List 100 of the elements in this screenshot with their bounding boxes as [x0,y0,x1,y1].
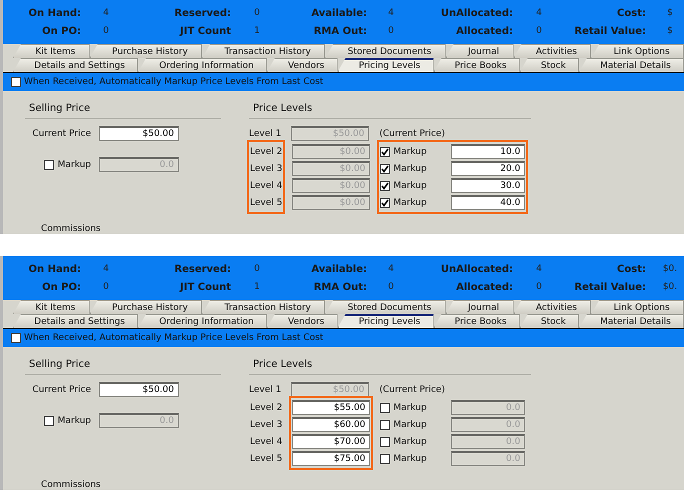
auto-markup-checkbox[interactable] [11,77,21,87]
stat-value: 1 [253,26,261,36]
price-field[interactable]: $70.00 [292,434,370,449]
markup-field[interactable]: 40.0 [451,195,526,210]
markup-checkbox[interactable] [380,180,390,190]
section-title: Price Levels [249,359,531,375]
tab[interactable]: Journal [446,44,514,58]
tab[interactable]: Activities [514,300,592,314]
field-label: Current Price [31,128,91,138]
level-label: Level 4 [250,180,282,190]
tab[interactable]: Transaction History [202,44,326,58]
markup-label: Markup [393,146,428,156]
stat-label: Allocated: [455,282,513,292]
tab[interactable]: Price Books [434,58,520,72]
stat-label: Reserved: [173,264,231,274]
tab[interactable]: Ordering Information [138,314,267,328]
stat-label: JIT Count [178,26,231,36]
markup-field[interactable]: 30.0 [451,178,526,193]
tab[interactable]: Details and Settings [13,314,138,328]
section-title: Selling Price [25,103,221,119]
level-label: Level 2 [250,146,282,156]
stat-label: Cost: [616,8,647,18]
tab[interactable]: Kit Items [13,44,90,58]
stat-label: On Hand: [28,264,81,274]
stat-label: UnAllocated: [440,8,513,18]
markup-label: Markup [393,436,428,446]
tab[interactable]: Price Books [434,314,520,328]
stat-label: Retail Value: [573,282,647,292]
tab[interactable]: Stock [520,314,579,328]
tab[interactable]: Vendors [266,58,338,72]
section-title: Price Levels [249,103,531,119]
markup-label: Markup [393,402,428,412]
tab[interactable]: Journal [446,300,514,314]
field-label: Current Price [31,384,91,394]
current-price-field[interactable]: $50.00 [99,382,179,397]
tab[interactable]: Kit Items [13,300,90,314]
markup-checkbox[interactable] [380,436,390,446]
markup-field[interactable]: 20.0 [451,161,526,176]
tab[interactable]: Transaction History [202,300,326,314]
auto-markup-label: When Received, Automatically Markup Price Levels From Last Cost [24,333,324,343]
stat-value: $ [666,8,674,18]
auto-markup-checkbox[interactable] [11,333,21,343]
level-label: Level 1 [249,384,282,394]
tab[interactable]: Stored Documents [325,44,446,58]
markup-field[interactable]: 10.0 [451,144,526,159]
stat-value: $0. [662,282,678,292]
stat-label: UnAllocated: [440,264,513,274]
tab[interactable]: Stored Documents [325,300,446,314]
tab[interactable]: Purchase History [90,300,202,314]
tab[interactable]: Pricing Levels [338,58,434,72]
price-field[interactable]: $55.00 [292,400,370,415]
tab[interactable]: Details and Settings [13,58,138,72]
current-price-field[interactable]: $50.00 [99,126,179,141]
tab[interactable]: Material Details [579,314,684,328]
level-label: Level 2 [250,402,282,412]
stat-value: 0 [102,26,110,36]
stat-label: Cost: [616,264,647,274]
stat-value: 4 [387,8,395,18]
tab[interactable]: Stock [520,58,579,72]
markup-checkbox[interactable] [380,420,390,430]
stat-label: JIT Count [178,282,231,292]
stat-value: 0 [535,282,543,292]
markup-label: Markup [58,160,91,170]
markup-label: Markup [393,180,428,190]
stat-value: 1 [253,282,261,292]
stat-label: RMA Out: [312,282,367,292]
markup-checkbox[interactable] [380,164,390,174]
markup-checkbox[interactable] [380,198,390,208]
tab[interactable]: Link Options [591,44,684,58]
level-label: Level 5 [250,454,282,464]
tab[interactable]: Purchase History [90,44,202,58]
stat-label: Allocated: [455,26,513,36]
stat-label: On PO: [41,282,81,292]
stat-label: On PO: [41,26,81,36]
stat-value: $ [666,26,674,36]
section-title: Selling Price [25,359,221,375]
stat-value: 0 [253,8,261,18]
markup-checkbox[interactable] [44,416,54,426]
price-field[interactable]: $60.00 [292,417,370,432]
stat-value: 4 [535,8,543,18]
price-field[interactable]: $75.00 [292,451,370,466]
stat-value: 0 [253,264,261,274]
tab[interactable]: Material Details [579,58,684,72]
level-label: Level 3 [250,164,282,174]
tab[interactable]: Activities [514,44,592,58]
tab[interactable]: Vendors [266,314,338,328]
level-label: Level 3 [250,420,282,430]
stat-label: On Hand: [28,8,81,18]
markup-label: Markup [393,454,428,464]
tab[interactable]: Link Options [591,300,684,314]
markup-checkbox[interactable] [380,402,390,412]
markup-label: Markup [393,420,428,430]
markup-checkbox[interactable] [44,160,54,170]
stat-value: 0 [387,282,395,292]
stat-value: 4 [102,8,110,18]
tab[interactable]: Ordering Information [138,58,267,72]
tab[interactable]: Pricing Levels [338,314,434,328]
markup-checkbox[interactable] [380,146,390,156]
stat-value: 0 [535,26,543,36]
markup-checkbox[interactable] [380,454,390,464]
